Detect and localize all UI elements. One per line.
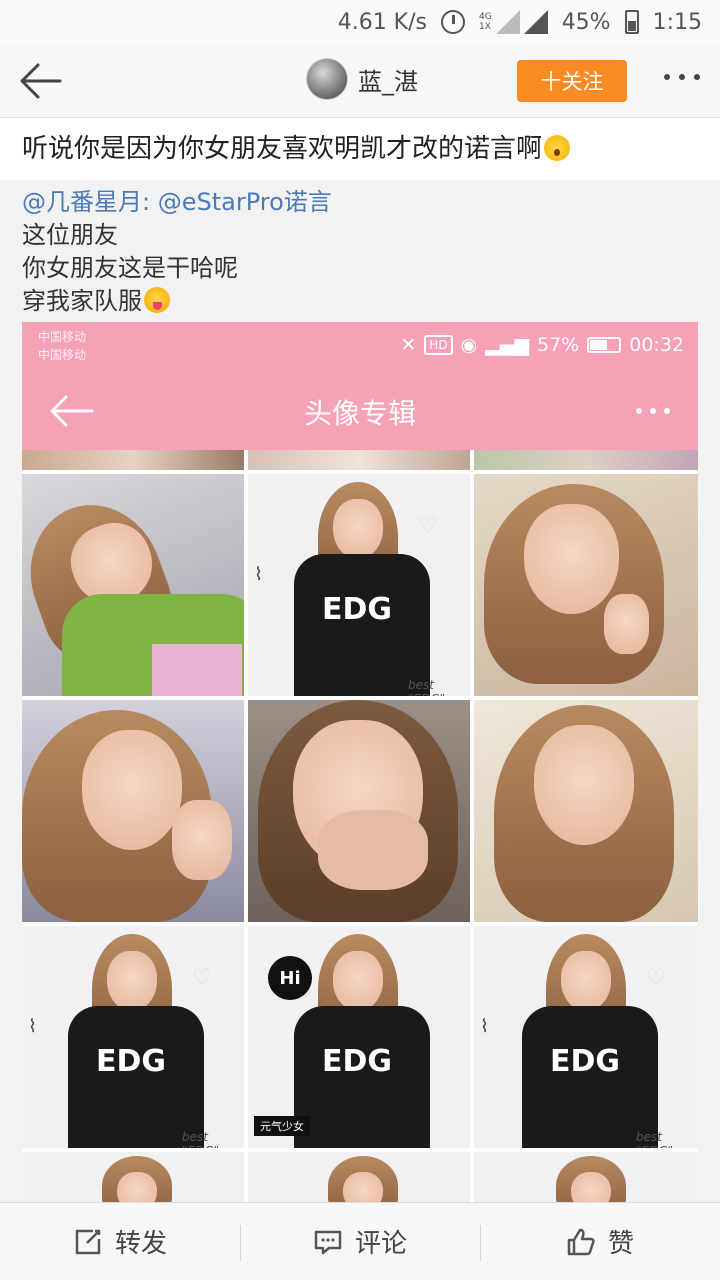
user-info[interactable]: 蓝_湛: [306, 58, 418, 100]
photo-tile[interactable]: EDG best "EDG" ⌇ ♡: [474, 926, 698, 1148]
screenshot-carrier: 中国移动 中国移动: [38, 328, 86, 364]
heart-icon: ♡: [646, 966, 666, 991]
repost-text-block: @几番星月: @eStarPro诺言 这位朋友 你女朋友这是干哈呢 穿我家队服: [22, 186, 702, 318]
network-type: 4G 1X: [479, 12, 492, 32]
jersey-logo: EDG: [322, 592, 393, 627]
heart-icon: ♡: [192, 966, 212, 991]
comment-button[interactable]: 评论: [240, 1203, 480, 1280]
thumbs-up-icon: [567, 1228, 595, 1255]
photo-tile[interactable]: EDG Hi 元气少女: [248, 926, 470, 1148]
overlay-label: 元气少女: [254, 1116, 310, 1136]
battery-percent: 45%: [561, 9, 611, 35]
mention-link-1[interactable]: @几番星月: [22, 188, 142, 216]
mute-icon: ✕: [400, 334, 417, 356]
carrier-label-2: 中国移动: [38, 348, 87, 362]
jersey-logo: EDG: [550, 1044, 621, 1079]
hd-badge: HD: [424, 335, 453, 355]
comment-label: 评论: [354, 1229, 407, 1259]
repost-button[interactable]: 转发: [0, 1203, 240, 1280]
screenshot-title: 头像专辑: [303, 397, 416, 430]
back-arrow-icon[interactable]: [18, 62, 62, 100]
photo-tile[interactable]: [248, 1152, 470, 1202]
signal-icon-1: [495, 10, 520, 34]
status-bar: 4.61 K/s 4G 1X 45% 1:15: [0, 0, 720, 44]
signal-icon-2: [523, 10, 548, 34]
screenshot-nav-bar: 头像专辑: [22, 372, 698, 450]
tongue-emoji-icon: [144, 287, 170, 313]
photo-caption: best "EDG": [182, 1130, 219, 1148]
heartbeat-icon: ⌇: [480, 1016, 489, 1037]
heartbeat-icon: ⌇: [254, 564, 263, 585]
screenshot-battery-icon: [587, 337, 622, 353]
clock-time: 1:15: [652, 9, 702, 35]
screenshot-more-icon: [636, 408, 670, 414]
post-text-block: 听说你是因为你女朋友喜欢明凯才改的诺言啊: [22, 130, 702, 168]
repost-line: 穿我家队服: [22, 287, 142, 315]
photo-tile[interactable]: [22, 474, 244, 696]
network-type-top: 4G: [478, 12, 492, 22]
network-type-bottom: 1X: [478, 22, 491, 32]
photo-tile[interactable]: [474, 450, 698, 470]
repost-line: 这位朋友: [22, 221, 118, 249]
photo-tile[interactable]: [474, 700, 698, 922]
like-button[interactable]: 赞: [480, 1203, 720, 1280]
bottom-action-bar: 转发 评论 赞: [0, 1202, 720, 1280]
signal-group: 4G 1X: [479, 10, 548, 34]
jersey-logo: EDG: [96, 1044, 167, 1079]
share-icon: [75, 1229, 101, 1254]
surprised-emoji-icon: [544, 135, 571, 161]
repost-container[interactable]: @几番星月: @eStarPro诺言 这位朋友 你女朋友这是干哈呢 穿我家队服 …: [0, 180, 720, 1202]
embedded-screenshot-image[interactable]: 中国移动 中国移动 ✕ HD ◉ ▂▄▆ 57% 00:32 头像专辑 EDG …: [22, 322, 698, 1202]
screenshot-time: 00:32: [629, 334, 684, 356]
repost-label: 转发: [114, 1229, 167, 1259]
hi-badge: Hi: [268, 956, 312, 1000]
heart-icon: ♡: [418, 514, 438, 539]
more-options-icon[interactable]: [664, 74, 700, 80]
post-text: 听说你是因为你女朋友喜欢明凯才改的诺言啊: [22, 134, 543, 164]
alarm-clock-icon: [440, 10, 465, 34]
username[interactable]: 蓝_湛: [358, 62, 418, 97]
like-label: 赞: [607, 1229, 634, 1259]
net-speed: 4.61 K/s: [337, 9, 427, 35]
photo-tile[interactable]: [22, 450, 244, 470]
eye-icon: ◉: [460, 334, 478, 356]
screenshot-status-right: ✕ HD ◉ ▂▄▆ 57% 00:32: [400, 334, 684, 356]
photo-tile[interactable]: [474, 1152, 698, 1202]
repost-header-line: @几番星月: @eStarPro诺言: [22, 186, 702, 219]
signal-bars-icon: ▂▄▆: [485, 334, 529, 356]
screenshot-status-bar: 中国移动 中国移动 ✕ HD ◉ ▂▄▆ 57% 00:32: [22, 322, 698, 372]
repost-line: 你女朋友这是干哈呢: [22, 254, 238, 282]
photo-tile[interactable]: [474, 474, 698, 696]
photo-tile[interactable]: EDG best "EDG" ⌇ ♡: [22, 926, 244, 1148]
photo-tile[interactable]: [22, 1152, 244, 1202]
photo-tile[interactable]: [22, 700, 244, 922]
photo-tile[interactable]: EDG best "EDG" ⌇ ♡: [248, 474, 470, 696]
follow-button[interactable]: 十关注: [517, 60, 627, 102]
comment-icon: [314, 1230, 342, 1254]
battery-icon: [624, 10, 639, 34]
avatar[interactable]: [306, 58, 348, 100]
carrier-label-1: 中国移动: [38, 330, 87, 344]
repost-line-with-emoji: 穿我家队服: [22, 285, 702, 318]
mention-link-2[interactable]: @eStarPro诺言: [158, 188, 332, 216]
top-nav-bar: 蓝_湛 十关注: [0, 44, 720, 118]
heartbeat-icon: ⌇: [28, 1016, 37, 1037]
jersey-logo: EDG: [322, 1044, 393, 1079]
photo-tile[interactable]: [248, 450, 470, 470]
photo-tile[interactable]: [248, 700, 470, 922]
photo-caption: best "EDG": [408, 678, 445, 696]
mention-separator: :: [142, 188, 158, 216]
screenshot-battery-percent: 57%: [537, 334, 580, 356]
photo-caption: best "EDG": [636, 1130, 673, 1148]
